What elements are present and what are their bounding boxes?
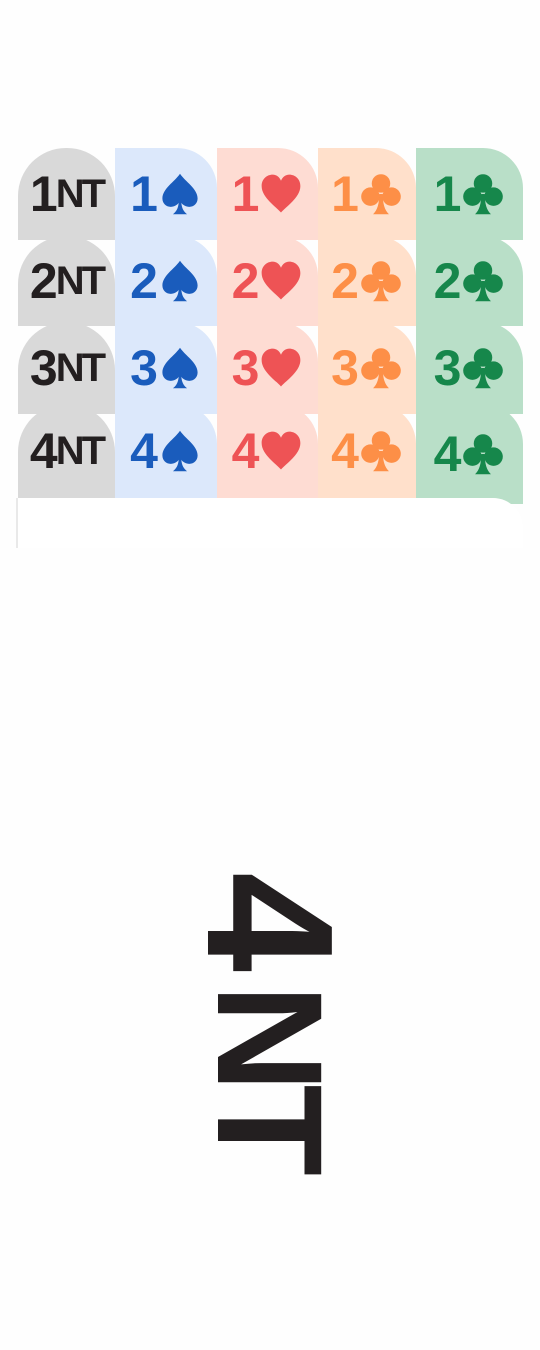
bid-level: 4 [29, 423, 58, 479]
heart-icon [259, 346, 303, 390]
bid-level: 2 [29, 253, 58, 309]
bid-level: 1 [433, 166, 462, 222]
club-icon [461, 346, 505, 390]
selected-bid-level: 4 [169, 871, 371, 965]
bid-level: 1 [130, 166, 158, 222]
spade-icon [158, 259, 202, 303]
bid-level: 4 [130, 423, 158, 479]
notrump-label: NT [55, 428, 106, 473]
bid-3-diamond-button[interactable]: 3 [318, 322, 416, 414]
bid-level: 1 [331, 166, 359, 222]
bid-level: 4 [331, 423, 359, 479]
bid-level: 1 [29, 166, 58, 222]
notrump-label: NT [55, 345, 106, 390]
bid-level: 4 [433, 426, 462, 482]
bid-3-heart-button[interactable]: 3 [217, 322, 318, 414]
bid-2-heart-button[interactable]: 2 [217, 236, 318, 326]
club-icon [461, 259, 505, 303]
bid-4-club-button[interactable]: 4 [416, 404, 523, 504]
bid-1-heart-button[interactable]: 1 [217, 148, 318, 240]
bid-level: 3 [29, 340, 58, 396]
bid-4-heart-button[interactable]: 4 [217, 404, 318, 498]
heart-icon [259, 429, 303, 473]
spade-icon [158, 346, 202, 390]
bid-level: 3 [130, 340, 158, 396]
bid-level: 3 [231, 340, 260, 396]
bid-level: 3 [433, 340, 462, 396]
bid-4-spade-button[interactable]: 4 [115, 404, 217, 498]
bid-1-diamond-button[interactable]: 1 [318, 148, 416, 240]
bid-3nt-button[interactable]: 3 NT [18, 322, 115, 414]
heart-icon [259, 259, 303, 303]
club-icon [359, 172, 403, 216]
bidding-box: 1 NT 1 1 1 1 2 NT 2 2 2 2 3 NT 3 3 3 3 4 NT … [18, 148, 523, 548]
club-icon [359, 259, 403, 303]
selected-bid-strain: NT [186, 984, 355, 1169]
bid-1-spade-button[interactable]: 1 [115, 148, 217, 240]
selected-bid-text: 4 NT [150, 820, 390, 1220]
bid-2-club-button[interactable]: 2 [416, 236, 523, 326]
bid-level: 2 [331, 253, 359, 309]
spade-icon [158, 429, 202, 473]
club-icon [359, 346, 403, 390]
notrump-label: NT [55, 258, 106, 303]
bid-level: 3 [331, 340, 359, 396]
bid-3-club-button[interactable]: 3 [416, 322, 523, 414]
bid-3-spade-button[interactable]: 3 [115, 322, 217, 414]
club-icon [461, 432, 505, 476]
club-icon [461, 172, 505, 216]
bid-level: 4 [231, 423, 260, 479]
spade-icon [158, 172, 202, 216]
bid-2-spade-button[interactable]: 2 [115, 236, 217, 326]
bid-1nt-button[interactable]: 1 NT [18, 148, 115, 240]
bid-level: 2 [130, 253, 158, 309]
bid-1-club-button[interactable]: 1 [416, 148, 523, 240]
bidding-box-base [18, 498, 523, 548]
club-icon [359, 429, 403, 473]
bid-4nt-button[interactable]: 4 NT [18, 404, 115, 498]
selected-bid-display: 4 NT [70, 872, 470, 1168]
bid-2-diamond-button[interactable]: 2 [318, 236, 416, 326]
heart-icon [259, 172, 303, 216]
notrump-label: NT [55, 171, 106, 216]
bid-level: 1 [231, 166, 260, 222]
bid-4-diamond-button[interactable]: 4 [318, 404, 416, 498]
bid-level: 2 [433, 253, 462, 309]
bid-level: 2 [231, 253, 260, 309]
bid-2nt-button[interactable]: 2 NT [18, 236, 115, 326]
